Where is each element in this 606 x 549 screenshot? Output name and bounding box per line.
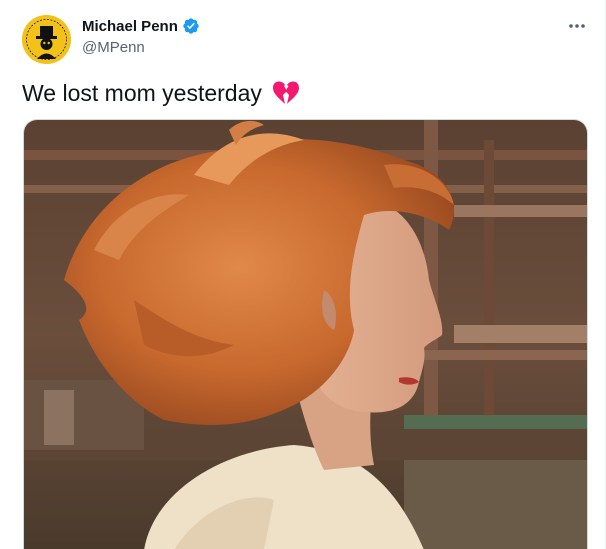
- more-options-icon: [569, 24, 585, 28]
- vintage-portrait-photo: [24, 120, 587, 549]
- tweet-text-body: We lost mom yesterday: [22, 80, 262, 106]
- tweet-card: Michael Penn @MPenn We lost mom yesterda…: [0, 0, 606, 549]
- verified-badge-icon: [182, 17, 200, 35]
- broken-heart-icon: [272, 80, 300, 106]
- author-display-name[interactable]: Michael Penn: [82, 18, 178, 35]
- top-hat-figure-avatar-icon: [22, 15, 71, 64]
- avatar[interactable]: [22, 15, 71, 64]
- more-options-button[interactable]: [563, 14, 591, 38]
- author-name-row[interactable]: Michael Penn: [82, 17, 200, 35]
- tweet-text: We lost mom yesterday: [22, 79, 300, 107]
- tweet-photo[interactable]: [23, 119, 588, 549]
- author-handle[interactable]: @MPenn: [82, 39, 145, 56]
